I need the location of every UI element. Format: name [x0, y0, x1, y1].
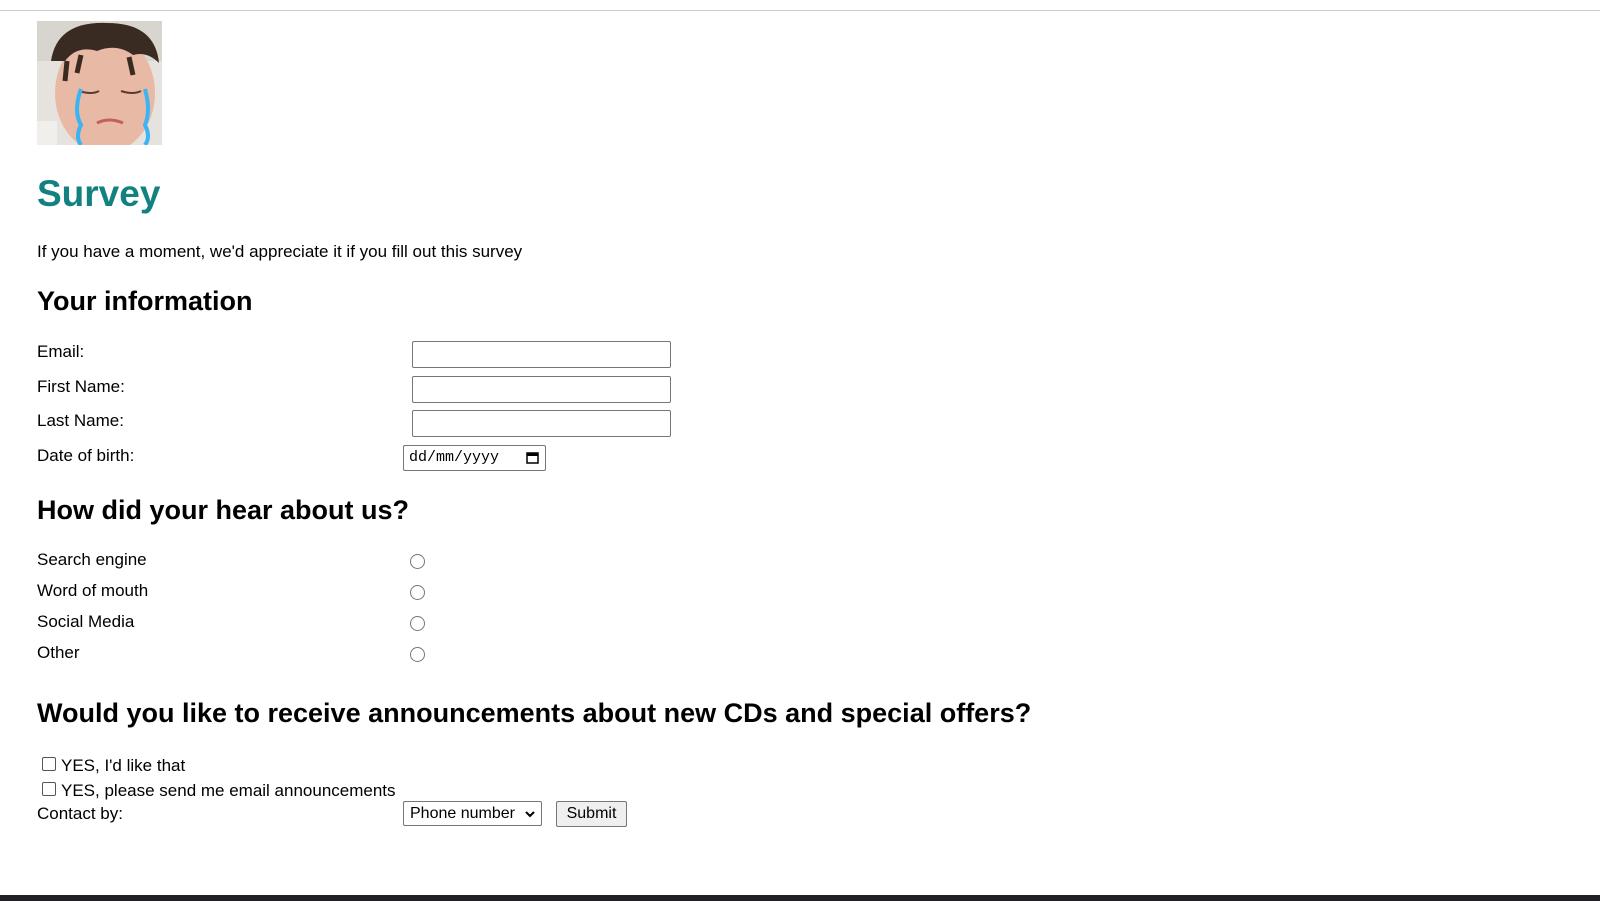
last-name-field[interactable]: [412, 410, 671, 437]
radio-other[interactable]: [410, 647, 425, 662]
first-name-field[interactable]: [412, 376, 671, 403]
checkbox-label-yes-email: YES, please send me email announcements: [61, 781, 396, 800]
dob-placeholder: dd/mm/yyyy: [409, 449, 500, 466]
checkbox-yes-email[interactable]: [42, 782, 56, 796]
contact-label: Contact by:: [37, 804, 123, 823]
browser-top-border: [0, 10, 1600, 11]
last-name-label: Last Name:: [37, 411, 124, 430]
dob-date-input[interactable]: dd/mm/yyyy: [403, 445, 546, 471]
option-label-word-of-mouth: Word of mouth: [37, 581, 149, 600]
dob-label: Date of birth:: [37, 446, 135, 465]
contact-select-value: Phone number: [410, 805, 515, 822]
contact-select[interactable]: Phone number: [403, 801, 542, 826]
profile-photo: [37, 21, 162, 145]
radio-word-of-mouth[interactable]: [410, 585, 425, 600]
taskbar-edge: [0, 895, 1600, 901]
first-name-label: First Name:: [37, 377, 125, 396]
radio-search-engine[interactable]: [410, 554, 425, 569]
radio-social-media[interactable]: [410, 616, 425, 631]
section-heading-info: Your information: [37, 286, 253, 316]
page-title: Survey: [37, 173, 161, 214]
intro-text: If you have a moment, we'd appreciate it…: [37, 242, 523, 261]
option-label-social-media: Social Media: [37, 612, 135, 631]
option-label-search-engine: Search engine: [37, 550, 147, 569]
email-field[interactable]: [412, 341, 671, 368]
calendar-icon[interactable]: [526, 451, 539, 464]
submit-button[interactable]: Submit: [556, 801, 627, 827]
email-label: Email:: [37, 342, 85, 361]
section-heading-announcements: Would you like to receive announcements …: [37, 698, 1032, 728]
chevron-down-icon: [525, 811, 535, 818]
checkbox-label-yes-like: YES, I'd like that: [61, 756, 186, 775]
checkbox-yes-like[interactable]: [42, 757, 56, 771]
option-label-other: Other: [37, 643, 80, 662]
section-heading-hear: How did your hear about us?: [37, 495, 410, 525]
